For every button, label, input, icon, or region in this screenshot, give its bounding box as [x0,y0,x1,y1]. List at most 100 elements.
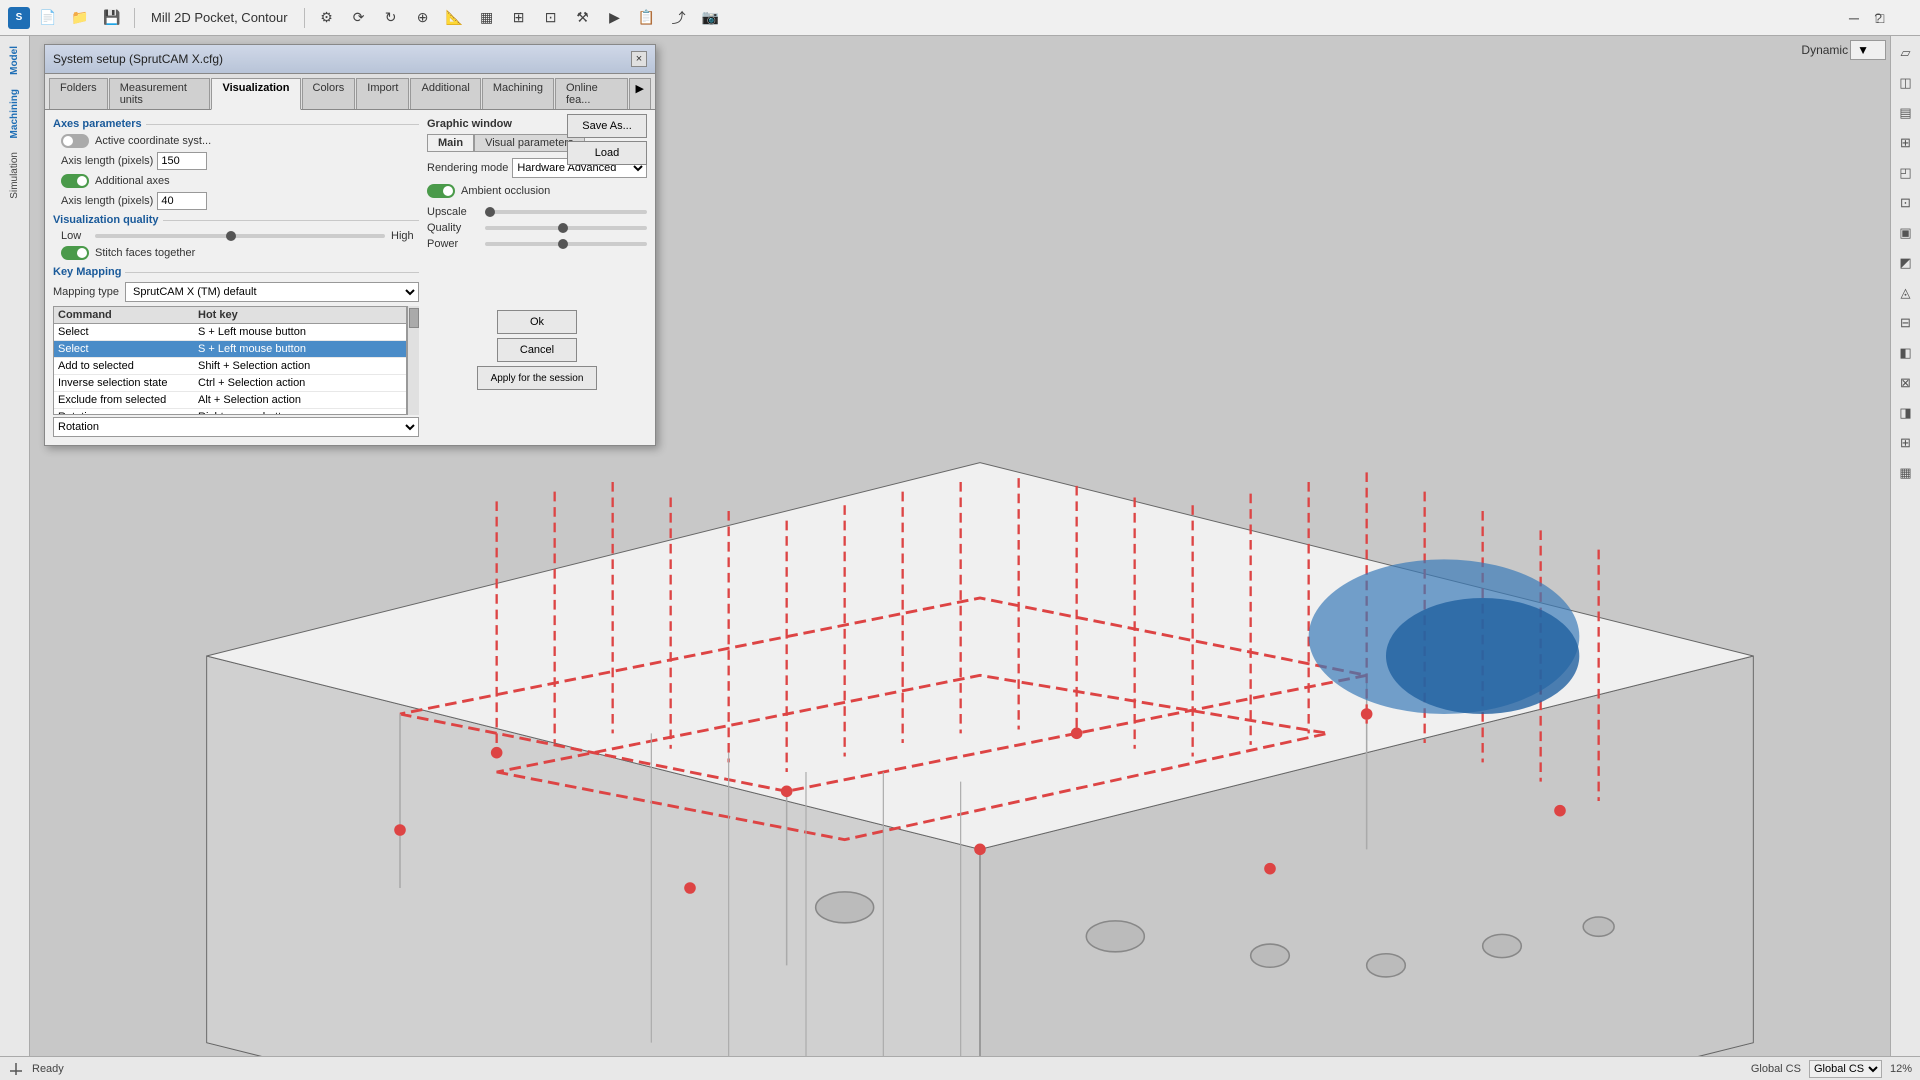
table-row[interactable]: Select S + Left mouse button [54,341,406,358]
quality-track2[interactable] [485,226,647,230]
visualization-tab[interactable]: Visualization [211,78,300,110]
machining-tab2[interactable]: Machining [482,78,554,109]
action-buttons: Ok Cancel Apply for the session [427,310,647,390]
power-track[interactable] [485,242,647,246]
rs-icon-5[interactable]: ◰ [1893,160,1919,186]
orbit-btn[interactable]: ⟳ [345,4,373,32]
quality-thumb2[interactable] [558,223,568,233]
rs-icon-12[interactable]: ⊠ [1893,370,1919,396]
sidebar-item-machining[interactable]: Machining [7,83,22,144]
load-btn[interactable]: Load [567,141,647,165]
cam2-btn[interactable]: 📷 [697,4,725,32]
rs-icon-3[interactable]: ▤ [1893,100,1919,126]
ambient-occlusion-toggle[interactable] [427,184,455,198]
quality-track[interactable] [95,234,385,238]
upscale-track[interactable] [485,210,647,214]
command-cell: Select [54,324,194,340]
power-slider-row: Power [427,238,647,250]
rs-icon-4[interactable]: ⊞ [1893,130,1919,156]
table-row[interactable]: Add to selected Shift + Selection action [54,358,406,375]
save-as-btn[interactable]: Save As... [567,114,647,138]
folders-tab[interactable]: Folders [49,78,108,109]
status-bar: Ready Global CS Global CS 12% [0,1056,1920,1080]
new-file-btn[interactable]: 📄 [34,4,62,32]
additional-axes-toggle[interactable] [61,174,89,188]
coord-icon [8,1061,24,1077]
dynamic-select[interactable]: Dynamic ▼ [1801,40,1886,60]
quality-thumb[interactable] [226,231,236,241]
maximize-btn[interactable]: □ [1866,0,1894,36]
rs-icon-2[interactable]: ◫ [1893,70,1919,96]
dialog-close-btn[interactable]: × [631,51,647,67]
additional-axes-row: Additional axes [53,174,419,188]
sidebar-item-simulation[interactable]: Simulation [7,146,22,205]
key-table-container: Command Hot key Select S + Left mouse bu… [53,306,419,415]
measurement-tab[interactable]: Measurement units [109,78,211,109]
additional-axis-length-row: Axis length (pixels) [53,192,419,210]
dynamic-label: Dynamic [1801,43,1848,57]
hotkey-cell: S + Left mouse button [194,341,406,357]
minimize-btn[interactable]: ─ [1840,0,1868,36]
coord-system-label: Global CS [1751,1063,1801,1075]
import-tab[interactable]: Import [356,78,409,109]
rs-icon-10[interactable]: ⊟ [1893,310,1919,336]
rs-icon-9[interactable]: ◬ [1893,280,1919,306]
rs-icon-8[interactable]: ◩ [1893,250,1919,276]
settings-btn[interactable]: ⚙ [313,4,341,32]
dialog-title[interactable]: System setup (SprutCAM X.cfg) × [45,45,655,74]
nc-btn[interactable]: 📋 [633,4,661,32]
layer-btn[interactable]: ⊞ [505,4,533,32]
active-coord-toggle[interactable] [61,134,89,148]
scrollbar-thumb[interactable] [409,308,419,328]
cancel-btn[interactable]: Cancel [497,338,577,362]
axis-length-input[interactable] [157,152,207,170]
table-row[interactable]: Exclude from selected Alt + Selection ac… [54,392,406,409]
hotkey-cell: Alt + Selection action [194,392,406,408]
transform-btn[interactable]: ⊕ [409,4,437,32]
app-title: Mill 2D Pocket, Contour [143,10,296,25]
power-thumb[interactable] [558,239,568,249]
dialog-tabs: Folders Measurement units Visualization … [45,74,655,110]
rs-icon-15[interactable]: ▦ [1893,460,1919,486]
dynamic-dropdown[interactable]: ▼ [1850,40,1886,60]
command-cell: Select [54,341,194,357]
coord-system-select[interactable]: Global CS [1809,1060,1882,1078]
upscale-thumb[interactable] [485,207,495,217]
tabs-scroll-right[interactable]: ▶ [629,78,651,109]
ok-btn[interactable]: Ok [497,310,577,334]
apply-session-btn[interactable]: Apply for the session [477,366,597,390]
rs-icon-7[interactable]: ▣ [1893,220,1919,246]
mapping-bottom-select[interactable]: Rotation [53,417,419,437]
table-row[interactable]: Inverse selection state Ctrl + Selection… [54,375,406,392]
rs-icon-13[interactable]: ◨ [1893,400,1919,426]
sim-btn[interactable]: ▶ [601,4,629,32]
open-folder-btn[interactable]: 📁 [66,4,94,32]
additional-axis-length-input[interactable] [157,192,207,210]
online-features-tab[interactable]: Online fea... [555,78,628,109]
save-btn[interactable]: 💾 [98,4,126,32]
stitch-faces-toggle[interactable] [61,246,89,260]
rs-icon-6[interactable]: ⊡ [1893,190,1919,216]
mapping-type-select[interactable]: SprutCAM X (TM) default [125,282,419,302]
export2-btn[interactable]: ⤴ [665,4,693,32]
additional-tab[interactable]: Additional [410,78,480,109]
top-toolbar: S 📄 📁 💾 Mill 2D Pocket, Contour ⚙ ⟳ ↻ ⊕ … [0,0,1920,36]
rs-icon-11[interactable]: ◧ [1893,340,1919,366]
rs-icon-1[interactable]: ▱ [1893,40,1919,66]
rotate-btn[interactable]: ↻ [377,4,405,32]
main-subtab[interactable]: Main [427,134,474,152]
table-row[interactable]: Rotation Right mouse button [54,409,406,414]
table-scrollbar[interactable] [407,306,419,415]
toolpath2-btn[interactable]: ⚒ [569,4,597,32]
key-table: Command Hot key Select S + Left mouse bu… [53,306,407,415]
colors-tab[interactable]: Colors [302,78,356,109]
status-right: Global CS Global CS 12% [1751,1060,1912,1078]
axis-length-label: Axis length (pixels) [61,155,153,167]
view-list-btn[interactable]: ▦ [473,4,501,32]
ambient-row: Ambient occlusion [427,184,647,198]
measure-btn[interactable]: 📐 [441,4,469,32]
sidebar-item-model[interactable]: Model [7,40,22,81]
rs-icon-14[interactable]: ⊞ [1893,430,1919,456]
table-row[interactable]: Select S + Left mouse button [54,324,406,341]
ops-btn[interactable]: ⊡ [537,4,565,32]
